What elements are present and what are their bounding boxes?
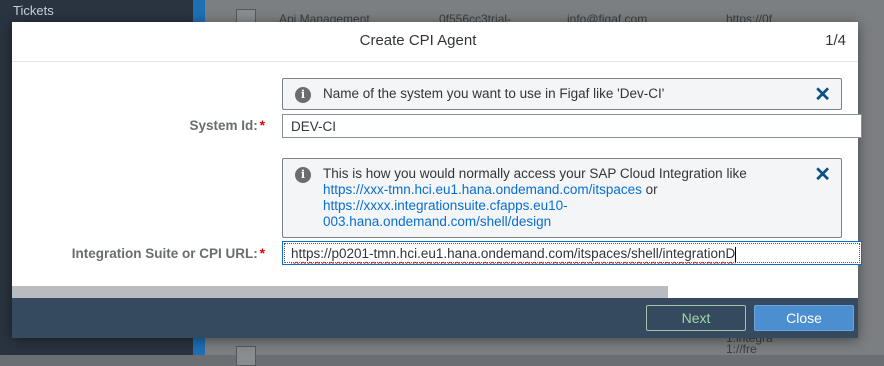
required-marker: * xyxy=(259,246,265,261)
close-icon[interactable]: ✕ xyxy=(814,162,831,187)
next-button[interactable]: Next xyxy=(646,305,746,331)
dialog-title: Create CPI Agent xyxy=(359,32,477,49)
url-label: Integration Suite or CPI URL: * xyxy=(72,246,265,261)
close-icon[interactable]: ✕ xyxy=(814,82,831,107)
row-checkbox[interactable] xyxy=(236,346,256,366)
required-marker: * xyxy=(259,118,265,133)
wizard-step-indicator: 1/4 xyxy=(825,32,846,49)
system-id-hint: i Name of the system you want to use in … xyxy=(282,78,842,110)
close-button[interactable]: Close xyxy=(754,305,854,331)
url-hint-or: or xyxy=(641,182,658,197)
integrationsuite-example-link[interactable]: https://xxxx.integrationsuite.cfapps.eu1… xyxy=(323,198,568,213)
info-icon: i xyxy=(295,167,311,183)
url-hint-text: This is how you would normally access yo… xyxy=(323,166,803,230)
integrationsuite-example-link-cont[interactable]: 003.hana.ondemand.com/shell/design xyxy=(323,214,551,229)
url-hint-text-line: This is how you would normally access yo… xyxy=(323,166,747,181)
system-id-label: System Id: * xyxy=(189,118,265,133)
integration-url-field[interactable]: https://p0201-tmn.hci.eu1.hana.ondemand.… xyxy=(282,241,862,265)
system-id-hint-text: Name of the system you want to use in Fi… xyxy=(323,86,665,101)
row-url-line: 1://fre xyxy=(726,342,757,356)
system-id-value: DEV-CI xyxy=(291,119,337,134)
itspaces-example-link[interactable]: https://xxx-tmn.hci.eu1.hana.ondemand.co… xyxy=(323,182,642,197)
dialog-header: Create CPI Agent 1/4 xyxy=(12,22,858,62)
info-icon: i xyxy=(295,87,311,103)
create-cpi-agent-dialog: Create CPI Agent 1/4 i Name of the syste… xyxy=(12,22,862,338)
text-caret xyxy=(735,246,737,262)
url-hint: i This is how you would normally access … xyxy=(282,158,842,238)
system-id-field[interactable]: DEV-CI xyxy=(282,114,862,138)
horizontal-scrollbar[interactable] xyxy=(12,286,668,298)
system-id-label-text: System Id: xyxy=(189,118,258,133)
sidebar-item-tickets[interactable]: Tickets xyxy=(13,3,54,18)
integration-url-value: https://p0201-tmn.hci.eu1.hana.ondemand.… xyxy=(291,246,736,261)
url-label-text: Integration Suite or CPI URL: xyxy=(71,246,258,261)
table-row: Api Management 0f556cc3trial- info@figaf… xyxy=(205,0,884,26)
dialog-footer: Next Close xyxy=(12,298,858,338)
